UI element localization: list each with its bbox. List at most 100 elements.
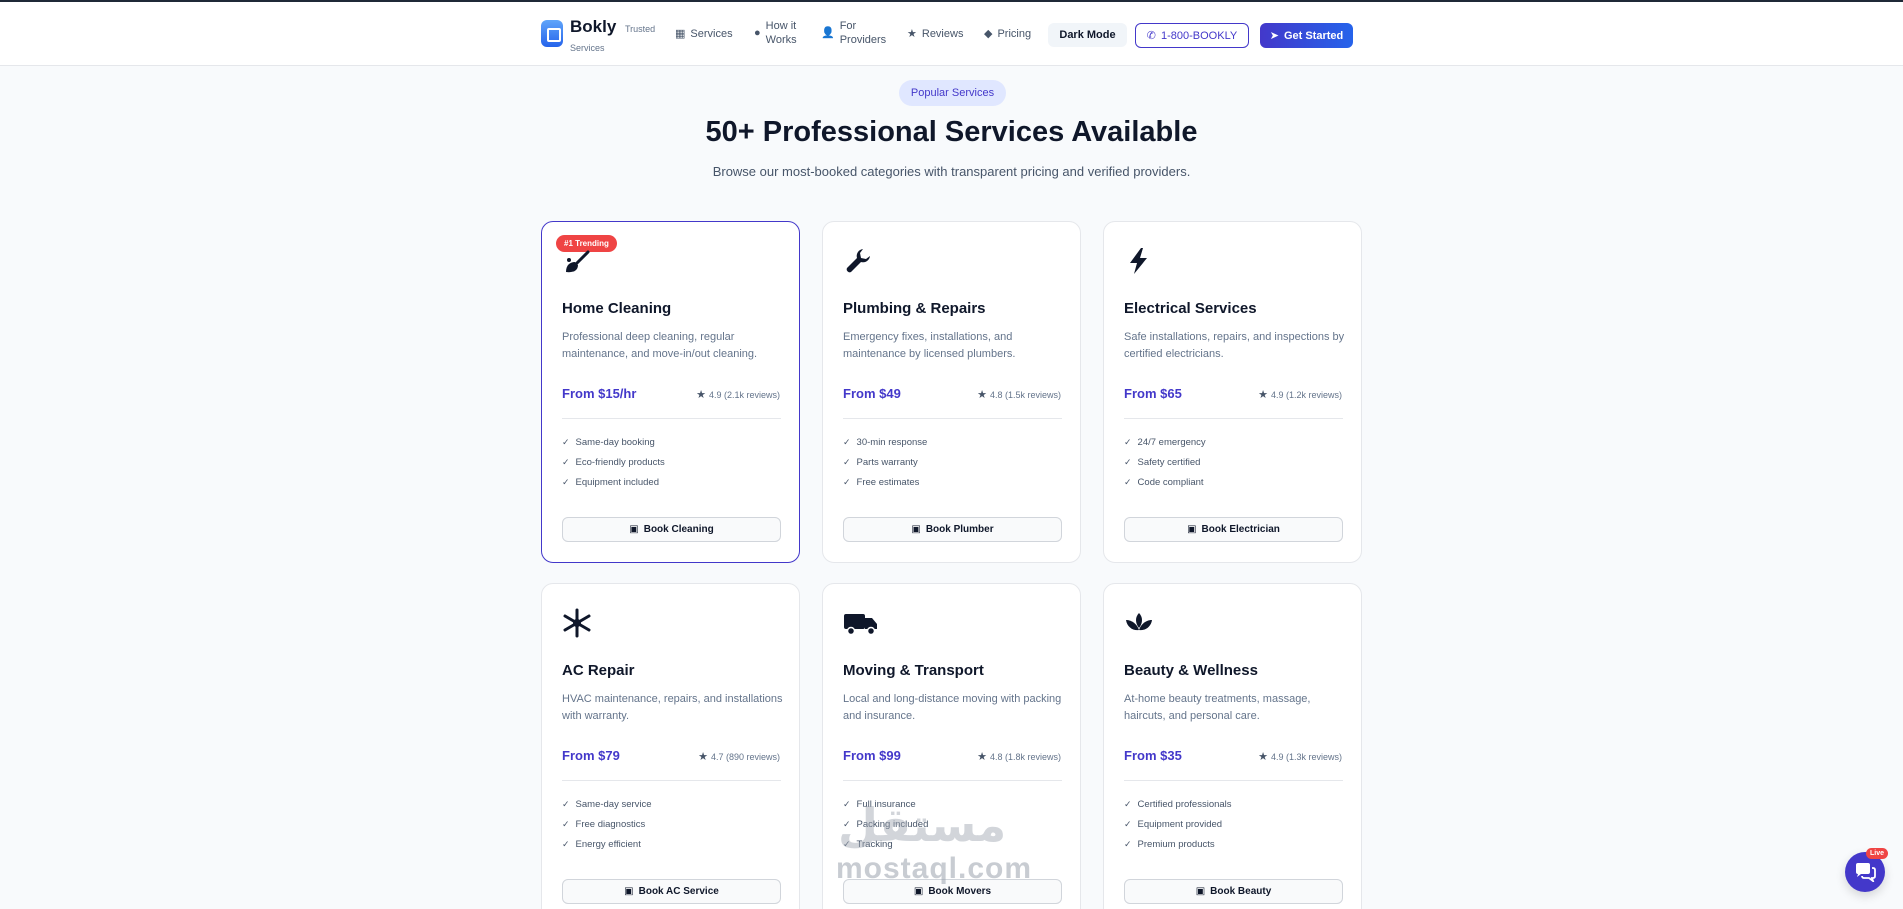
- card-description: Professional deep cleaning, regular main…: [562, 331, 758, 360]
- phone-icon: ✆: [1146, 30, 1156, 42]
- nav-how-line1: How it: [765, 20, 797, 32]
- check-icon: ✓: [562, 838, 570, 849]
- check-icon: ✓: [562, 456, 570, 467]
- feature-item: ✓ Equipment provided: [1124, 814, 1232, 834]
- brand-tagline-1: Trusted: [625, 24, 656, 34]
- user-plus-icon: 👤: [821, 27, 835, 39]
- service-card-electrical[interactable]: Electrical Services Safe installations, …: [1103, 221, 1362, 563]
- feature-item: ✓ Certified professionals: [1124, 794, 1232, 814]
- nav-services-label: Services: [690, 28, 733, 40]
- watermark-arabic: مستقل: [838, 798, 1007, 852]
- nav-services[interactable]: ▦ Services: [675, 27, 733, 41]
- check-icon: ✓: [843, 476, 851, 487]
- rating-text: 4.8 (1.8k reviews): [989, 751, 1061, 762]
- card-rating: ★ 4.9 (1.3k reviews): [1258, 750, 1342, 763]
- nav-reviews[interactable]: ★ Reviews: [907, 27, 963, 41]
- feature-text: Free estimates: [856, 476, 920, 488]
- rating-text: 4.8 (1.5k reviews): [989, 389, 1061, 400]
- calendar-icon: ▣: [1195, 886, 1206, 897]
- card-rating: ★ 4.9 (2.1k reviews): [696, 388, 780, 401]
- phone-button[interactable]: ✆ 1-800-BOOKLY: [1135, 23, 1249, 48]
- check-icon: ✓: [562, 476, 570, 487]
- check-icon: ✓: [1124, 476, 1132, 487]
- nav-for-providers[interactable]: 👤 For Providers: [821, 19, 886, 47]
- nav-pricing[interactable]: ◆ Pricing: [984, 27, 1031, 41]
- bokly-logo-icon[interactable]: [541, 20, 563, 47]
- star-icon: ★: [698, 751, 708, 763]
- rocket-icon: ➤: [1269, 30, 1279, 42]
- feature-text: 24/7 emergency: [1137, 436, 1206, 448]
- feature-text: Equipment included: [575, 476, 659, 488]
- card-price: From $35: [1124, 748, 1182, 763]
- check-icon: ✓: [562, 798, 570, 809]
- rating-text: 4.9 (1.2k reviews): [1270, 389, 1342, 400]
- dark-mode-button[interactable]: Dark Mode: [1048, 23, 1127, 47]
- feature-text: Energy efficient: [575, 838, 641, 850]
- feature-list: ✓ Same-day service ✓ Free diagnostics ✓ Ene…: [562, 794, 652, 854]
- divider: [843, 780, 1062, 781]
- feature-text: Safety certified: [1137, 456, 1201, 468]
- book-beauty-button[interactable]: ▣ Book Beauty: [1124, 879, 1343, 904]
- nav-how-line2: Works: [765, 34, 797, 46]
- book-cleaning-button[interactable]: ▣ Book Cleaning: [562, 517, 781, 542]
- star-icon: ★: [977, 389, 987, 401]
- book-electrician-button[interactable]: ▣ Book Electrician: [1124, 517, 1343, 542]
- truck-icon: [844, 614, 877, 636]
- service-card-home-cleaning[interactable]: #1 Trending Home Cleaning Professional d…: [541, 221, 800, 563]
- brand-tagline-2: Services: [570, 43, 605, 53]
- service-card-beauty[interactable]: Beauty & Wellness At-home beauty treatme…: [1103, 583, 1362, 909]
- check-icon: ✓: [1124, 818, 1132, 829]
- star-icon: ★: [977, 751, 987, 763]
- service-card-plumbing[interactable]: Plumbing & Repairs Emergency fixes, inst…: [822, 221, 1081, 563]
- nav-how-it-works-label: How it Works: [766, 19, 797, 47]
- star-icon: ★: [696, 389, 706, 401]
- service-card-ac-repair[interactable]: AC Repair HVAC maintenance, repairs, and…: [541, 583, 800, 909]
- divider: [1124, 780, 1343, 781]
- chat-icon: [1856, 863, 1876, 882]
- divider: [843, 418, 1062, 419]
- calendar-icon: ▣: [624, 886, 634, 897]
- feature-item: ✓ Same-day booking: [562, 432, 665, 452]
- check-icon: ✓: [1124, 436, 1132, 447]
- book-button-label: Book Cleaning: [643, 524, 714, 535]
- check-icon: ✓: [562, 436, 570, 447]
- card-price: From $65: [1124, 386, 1182, 401]
- card-rating: ★ 4.9 (1.2k reviews): [1258, 388, 1342, 401]
- rating-text: 4.7 (890 reviews): [710, 751, 780, 762]
- check-icon: ✓: [843, 456, 851, 467]
- nav-pricing-label: Pricing: [997, 28, 1032, 40]
- card-description: Safe installations, repairs, and inspect…: [1124, 331, 1345, 360]
- section-title: 50+ Professional Services Available: [705, 116, 1198, 148]
- calendar-icon: ▣: [911, 524, 921, 535]
- get-started-button[interactable]: ➤ Get Started: [1260, 23, 1353, 48]
- feature-item: ✓ Energy efficient: [562, 834, 652, 854]
- nav-how-it-works[interactable]: ● How it Works: [754, 19, 797, 47]
- card-title: AC Repair: [562, 662, 635, 679]
- broom-icon: [566, 250, 590, 273]
- brand-name[interactable]: Bokly: [570, 17, 616, 37]
- card-rating: ★ 4.8 (1.8k reviews): [977, 750, 1061, 763]
- card-rating: ★ 4.7 (890 reviews): [698, 750, 780, 763]
- card-title: Beauty & Wellness: [1124, 662, 1258, 679]
- feature-item: ✓ Free diagnostics: [562, 814, 652, 834]
- divider: [1124, 418, 1343, 419]
- book-plumber-button[interactable]: ▣ Book Plumber: [843, 517, 1062, 542]
- book-ac-service-button[interactable]: ▣ Book AC Service: [562, 879, 781, 904]
- feature-item: ✓ Equipment included: [562, 472, 665, 492]
- star-icon: ★: [1258, 751, 1268, 763]
- feature-text: Parts warranty: [856, 456, 918, 468]
- divider: [562, 780, 781, 781]
- feature-text: Certified professionals: [1137, 798, 1232, 810]
- feature-item: ✓ 24/7 emergency: [1124, 432, 1206, 452]
- book-button-label: Book AC Service: [638, 886, 719, 897]
- feature-item: ✓ Premium products: [1124, 834, 1232, 854]
- card-rating: ★ 4.8 (1.5k reviews): [977, 388, 1061, 401]
- check-icon: ✓: [843, 436, 851, 447]
- card-description: Emergency fixes, installations, and main…: [843, 331, 1016, 360]
- play-circle-icon: ●: [754, 27, 761, 39]
- card-title: Electrical Services: [1124, 300, 1257, 317]
- card-title: Moving & Transport: [843, 662, 984, 679]
- calendar-icon: ▣: [1187, 524, 1197, 535]
- feature-text: Same-day booking: [575, 436, 655, 448]
- divider: [562, 418, 781, 419]
